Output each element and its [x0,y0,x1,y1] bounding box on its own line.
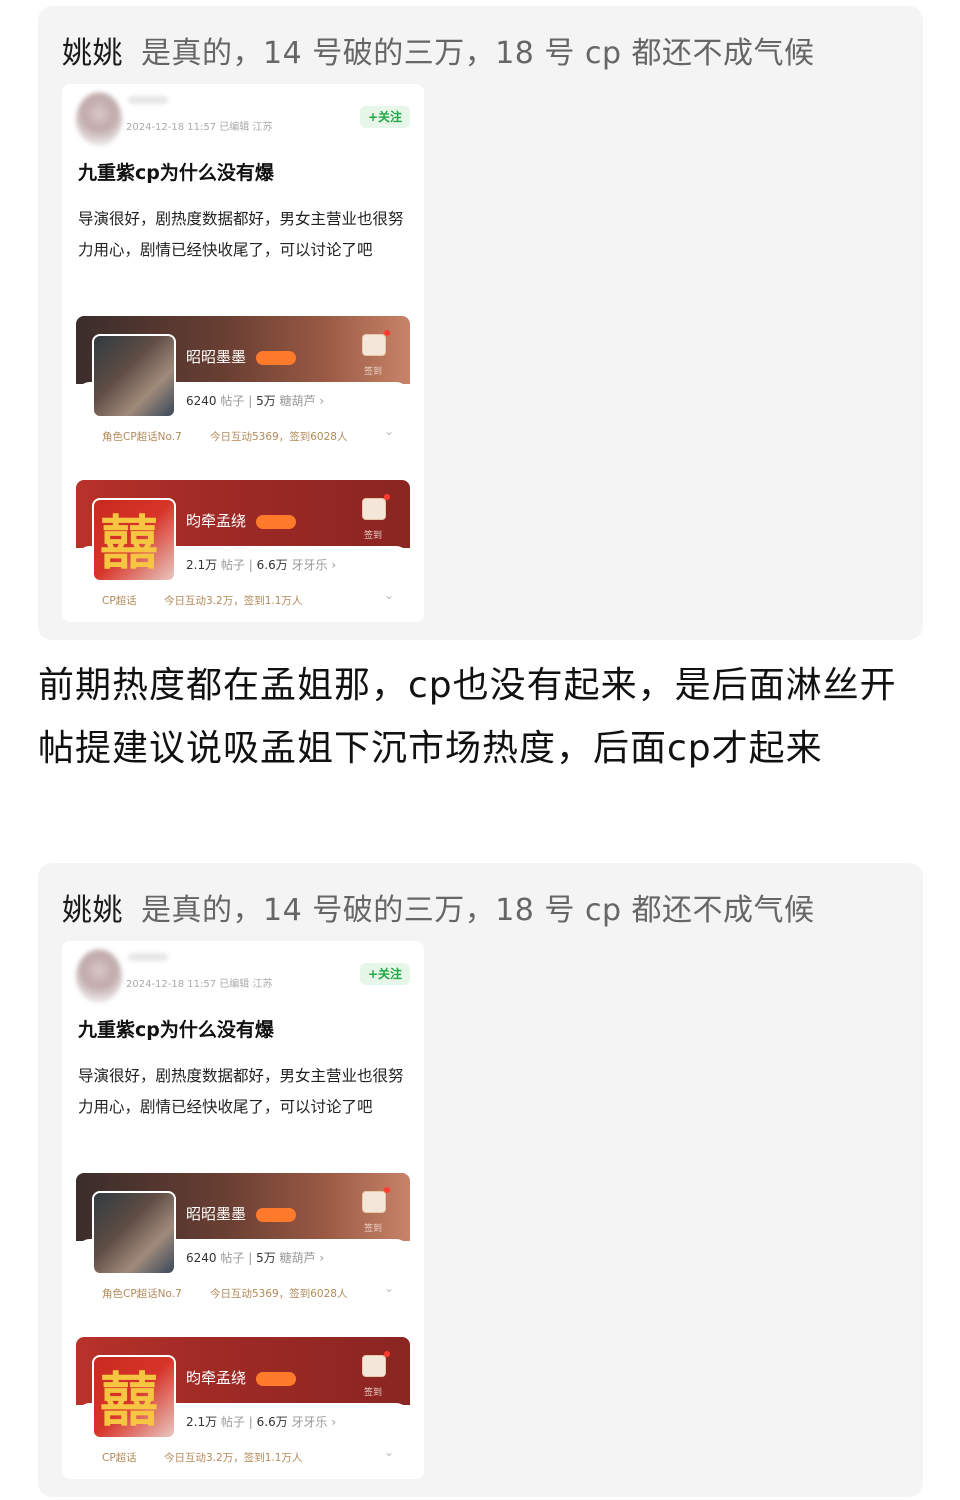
supertopic-rank-tag: 角色CP超话No.7 [102,1288,182,1300]
supertopic-name: 昭昭墨墨 [186,1205,247,1223]
calendar-checkin-icon[interactable] [362,330,390,356]
post-title: 九重紫cp为什么没有爆 [78,1019,274,1041]
supertopic-activity: 今日互动5369，签到6028人 [210,1288,348,1300]
post-meta: 2024-12-18 11:57 已编辑 江苏 [126,979,273,990]
supertopic-name: 昭昭墨墨 [186,348,247,366]
quote-text: 是真的，14 号破的三万，18 号 cp 都还不成气候 [141,36,815,71]
supertopic-stats: 6240 帖子 | 5万 糖葫芦 › [186,1251,325,1265]
supertopic-activity: 今日互动3.2万，签到1.1万人 [164,595,303,607]
quote-text: 是真的，14 号破的三万，18 号 cp 都还不成气候 [141,893,815,928]
supertopic-cover-image: 囍 [92,1355,176,1439]
post-count: 6240 [186,394,217,408]
supertopic-name: 昀牵孟绕 [186,512,247,530]
fan-count-label[interactable]: 糖葫芦 › [280,1251,325,1265]
supertopic-rank-tag: CP超话 [102,595,137,607]
quote-line: 姚姚 是真的，14 号破的三万，18 号 cp 都还不成气候 [62,28,815,72]
post-count-label: 帖子 [220,1415,245,1429]
fan-count: 6.6万 [256,558,288,572]
avatar[interactable] [76,92,122,146]
quote-username[interactable]: 姚姚 [62,893,123,928]
checkin-label[interactable]: 签到 [364,1385,382,1398]
calendar-checkin-icon[interactable] [362,494,390,520]
follow-button[interactable]: +关注 [360,963,410,985]
post-meta: 2024-12-18 11:57 已编辑 江苏 [126,122,273,133]
avatar[interactable] [76,949,122,1003]
level-badge-icon [256,515,296,529]
checkin-label[interactable]: 签到 [364,1221,382,1234]
author-name-blurred [128,953,168,961]
supertopic-card-zhaozhaomomo[interactable]: 昭昭墨墨 签到 6240 帖子 | 5万 糖葫芦 › 角色CP超话No.7 今日… [76,316,410,456]
supertopic-card-yunqianmengrao[interactable]: 囍 昀牵孟绕 签到 2.1万 帖子 | 6.6万 牙牙乐 › CP超话 今日互动… [76,1337,410,1477]
quote-line: 姚姚 是真的，14 号破的三万，18 号 cp 都还不成气候 [62,885,815,929]
calendar-checkin-icon[interactable] [362,1351,390,1377]
supertopic-rank-tag: CP超话 [102,1452,137,1464]
double-happiness-glyph: 囍 [100,509,159,577]
supertopic-cover-image [92,1191,176,1275]
fan-count: 6.6万 [256,1415,288,1429]
post-count-label: 帖子 [220,394,245,408]
supertopic-stats: 2.1万 帖子 | 6.6万 牙牙乐 › [186,558,337,572]
post-count-label: 帖子 [220,1251,245,1265]
fan-count-label[interactable]: 糖葫芦 › [280,394,325,408]
post-body: 导演很好，剧热度数据都好，男女主营业也很努力用心，剧情已经快收尾了，可以讨论了吧 [78,1067,404,1116]
post-count: 6240 [186,1251,217,1265]
supertopic-stats: 2.1万 帖子 | 6.6万 牙牙乐 › [186,1415,337,1429]
level-badge-icon [256,1372,296,1386]
supertopic-activity: 今日互动3.2万，签到1.1万人 [164,1452,303,1464]
level-badge-icon [256,1208,296,1222]
supertopic-card-zhaozhaomomo[interactable]: 昭昭墨墨 签到 6240 帖子 | 5万 糖葫芦 › 角色CP超话No.7 今日… [76,1173,410,1313]
double-happiness-glyph: 囍 [100,1366,159,1434]
chevron-down-icon[interactable]: ⌄ [384,588,394,602]
follow-button[interactable]: +关注 [360,106,410,128]
fan-count-label[interactable]: 牙牙乐 › [292,558,337,572]
post-count: 2.1万 [186,558,218,572]
supertopic-name: 昀牵孟绕 [186,1369,247,1387]
supertopic-activity: 今日互动5369，签到6028人 [210,431,348,443]
calendar-checkin-icon[interactable] [362,1187,390,1213]
author-name-blurred [128,96,168,104]
chevron-down-icon[interactable]: ⌄ [384,1445,394,1459]
post-count: 2.1万 [186,1415,218,1429]
supertopic-rank-tag: 角色CP超话No.7 [102,431,182,443]
quote-username[interactable]: 姚姚 [62,36,123,71]
fan-count: 5万 [256,394,276,408]
post-title: 九重紫cp为什么没有爆 [78,162,274,184]
quoted-reply-block: 姚姚 是真的，14 号破的三万，18 号 cp 都还不成气候 2024-12-18… [38,6,923,640]
checkin-label[interactable]: 签到 [364,528,382,541]
fan-count-label[interactable]: 牙牙乐 › [292,1415,337,1429]
chevron-down-icon[interactable]: ⌄ [384,1281,394,1295]
supertopic-cover-image [92,334,176,418]
supertopic-card-yunqianmengrao[interactable]: 囍 昀牵孟绕 签到 2.1万 帖子 | 6.6万 牙牙乐 › CP超话 今日互动… [76,480,410,620]
supertopic-stats: 6240 帖子 | 5万 糖葫芦 › [186,394,325,408]
main-comment-text: 前期热度都在孟姐那，cp也没有起来，是后面淋丝开帖提建议说吸孟姐下沉市场热度，后… [38,665,897,769]
checkin-label[interactable]: 签到 [364,364,382,377]
fan-count: 5万 [256,1251,276,1265]
post-count-label: 帖子 [220,558,245,572]
chevron-down-icon[interactable]: ⌄ [384,424,394,438]
supertopic-cover-image: 囍 [92,498,176,582]
level-badge-icon [256,351,296,365]
quoted-reply-block: 姚姚 是真的，14 号破的三万，18 号 cp 都还不成气候 2024-12-18… [38,863,923,1497]
post-screenshot-card[interactable]: 2024-12-18 11:57 已编辑 江苏 +关注 九重紫cp为什么没有爆 … [62,84,424,622]
post-body: 导演很好，剧热度数据都好，男女主营业也很努力用心，剧情已经快收尾了，可以讨论了吧 [78,210,404,259]
post-screenshot-card[interactable]: 2024-12-18 11:57 已编辑 江苏 +关注 九重紫cp为什么没有爆 … [62,941,424,1479]
